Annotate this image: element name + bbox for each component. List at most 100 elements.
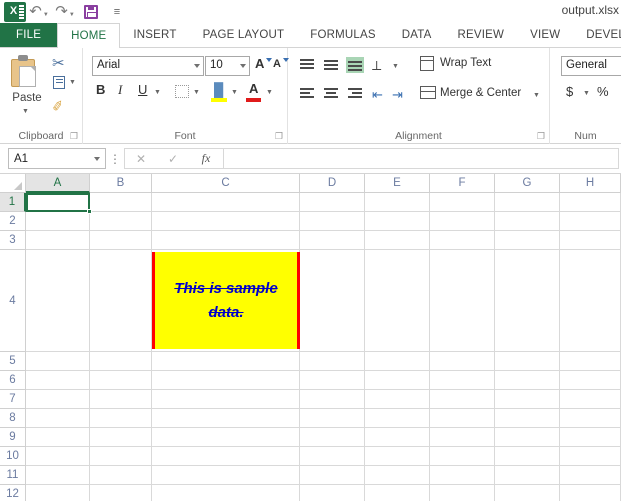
cell-B12[interactable] <box>90 485 152 501</box>
tab-insert[interactable]: INSERT <box>120 23 189 47</box>
confirm-formula-icon[interactable]: ✓ <box>157 152 189 166</box>
customize-quick-access-button[interactable]: ≡ <box>104 1 130 23</box>
select-all-corner-button[interactable] <box>0 174 26 193</box>
cell-A10[interactable] <box>26 447 90 466</box>
cell-H9[interactable] <box>560 428 621 447</box>
cell-E4[interactable] <box>365 250 430 352</box>
cell-E9[interactable] <box>365 428 430 447</box>
font-color-dropdown-icon[interactable]: ▼ <box>266 89 273 96</box>
align-left-button[interactable] <box>298 86 316 102</box>
cell-G10[interactable] <box>495 447 560 466</box>
column-header-e[interactable]: E <box>365 174 430 193</box>
cell-H11[interactable] <box>560 466 621 485</box>
cell-B4[interactable] <box>90 250 152 352</box>
underline-button[interactable]: U <box>138 82 147 97</box>
bold-button[interactable]: B <box>96 82 105 97</box>
cell-C2[interactable] <box>152 212 300 231</box>
cell-A9[interactable] <box>26 428 90 447</box>
cell-H8[interactable] <box>560 409 621 428</box>
spreadsheet-grid[interactable]: ABCDEFGH 12345678910111213 This is sampl… <box>0 174 621 501</box>
cell-E3[interactable] <box>365 231 430 250</box>
cell-D10[interactable] <box>300 447 365 466</box>
row-header-1[interactable]: 1 <box>0 193 26 212</box>
row-header-10[interactable]: 10 <box>0 447 26 466</box>
font-name-input[interactable]: Arial <box>92 56 204 76</box>
font-color-icon[interactable]: A <box>249 81 258 96</box>
font-name-dropdown-icon[interactable] <box>194 64 200 68</box>
paste-dropdown-icon[interactable]: ▼ <box>22 108 29 115</box>
cell-H7[interactable] <box>560 390 621 409</box>
cell-D3[interactable] <box>300 231 365 250</box>
cell-A12[interactable] <box>26 485 90 501</box>
cell-C3[interactable] <box>152 231 300 250</box>
scissors-icon[interactable]: ✂ <box>52 54 65 72</box>
cell-G6[interactable] <box>495 371 560 390</box>
row-header-7[interactable]: 7 <box>0 390 26 409</box>
cell-G2[interactable] <box>495 212 560 231</box>
column-header-h[interactable]: H <box>560 174 621 193</box>
cell-G4[interactable] <box>495 250 560 352</box>
decrease-indent-icon[interactable]: ⇤ <box>372 87 383 103</box>
cell-G1[interactable] <box>495 193 560 212</box>
cell-F10[interactable] <box>430 447 495 466</box>
row-header-5[interactable]: 5 <box>0 352 26 371</box>
align-top-button[interactable] <box>298 57 316 73</box>
merge-center-button[interactable]: Merge & Center <box>440 87 521 99</box>
cell-C11[interactable] <box>152 466 300 485</box>
cell-F2[interactable] <box>430 212 495 231</box>
borders-icon[interactable] <box>175 85 189 98</box>
row-header-3[interactable]: 3 <box>0 231 26 250</box>
insert-function-icon[interactable]: fx <box>189 151 223 166</box>
column-header-d[interactable]: D <box>300 174 365 193</box>
orientation-icon[interactable]: ⟂ <box>372 57 381 74</box>
row-header-12[interactable]: 12 <box>0 485 26 501</box>
increase-font-size-button[interactable]: A <box>255 56 264 71</box>
cell-B8[interactable] <box>90 409 152 428</box>
row-header-11[interactable]: 11 <box>0 466 26 485</box>
cell-B6[interactable] <box>90 371 152 390</box>
cell-B10[interactable] <box>90 447 152 466</box>
cell-G9[interactable] <box>495 428 560 447</box>
cell-B5[interactable] <box>90 352 152 371</box>
cell-B1[interactable] <box>90 193 152 212</box>
cell-A8[interactable] <box>26 409 90 428</box>
borders-dropdown-icon[interactable]: ▼ <box>193 89 200 96</box>
align-center-button[interactable] <box>322 86 340 102</box>
cell-B3[interactable] <box>90 231 152 250</box>
decrease-font-size-button[interactable]: A <box>273 58 281 70</box>
redo-button[interactable]: ↷ ▼ <box>52 1 78 23</box>
row-header-9[interactable]: 9 <box>0 428 26 447</box>
name-box[interactable]: A1 <box>8 148 106 169</box>
fill-handle[interactable] <box>87 209 92 214</box>
cell-D1[interactable] <box>300 193 365 212</box>
undo-button[interactable]: ↶ ▼ <box>26 1 52 23</box>
formula-bar-drag-handle[interactable]: ⋮ <box>106 153 124 165</box>
orientation-dropdown-icon[interactable]: ▼ <box>392 63 399 70</box>
cell-F9[interactable] <box>430 428 495 447</box>
cell-A3[interactable] <box>26 231 90 250</box>
clipboard-dialog-launcher[interactable]: ❐ <box>70 132 78 141</box>
cell-F5[interactable] <box>430 352 495 371</box>
cell-G12[interactable] <box>495 485 560 501</box>
cell-F8[interactable] <box>430 409 495 428</box>
cell-H6[interactable] <box>560 371 621 390</box>
align-right-button[interactable] <box>346 86 364 102</box>
cell-E11[interactable] <box>365 466 430 485</box>
cell-E2[interactable] <box>365 212 430 231</box>
cell-A11[interactable] <box>26 466 90 485</box>
copy-icon[interactable] <box>53 76 65 89</box>
cell-E10[interactable] <box>365 447 430 466</box>
cell-H5[interactable] <box>560 352 621 371</box>
cell-G11[interactable] <box>495 466 560 485</box>
cell-C10[interactable] <box>152 447 300 466</box>
cell-C9[interactable] <box>152 428 300 447</box>
currency-dropdown-icon[interactable]: ▼ <box>583 90 590 97</box>
row-header-8[interactable]: 8 <box>0 409 26 428</box>
wrap-text-button[interactable]: Wrap Text <box>440 57 491 69</box>
tab-review[interactable]: REVIEW <box>445 23 518 47</box>
cell-A6[interactable] <box>26 371 90 390</box>
cell-H1[interactable] <box>560 193 621 212</box>
cell-F3[interactable] <box>430 231 495 250</box>
cell-E7[interactable] <box>365 390 430 409</box>
formula-input[interactable] <box>223 148 619 169</box>
